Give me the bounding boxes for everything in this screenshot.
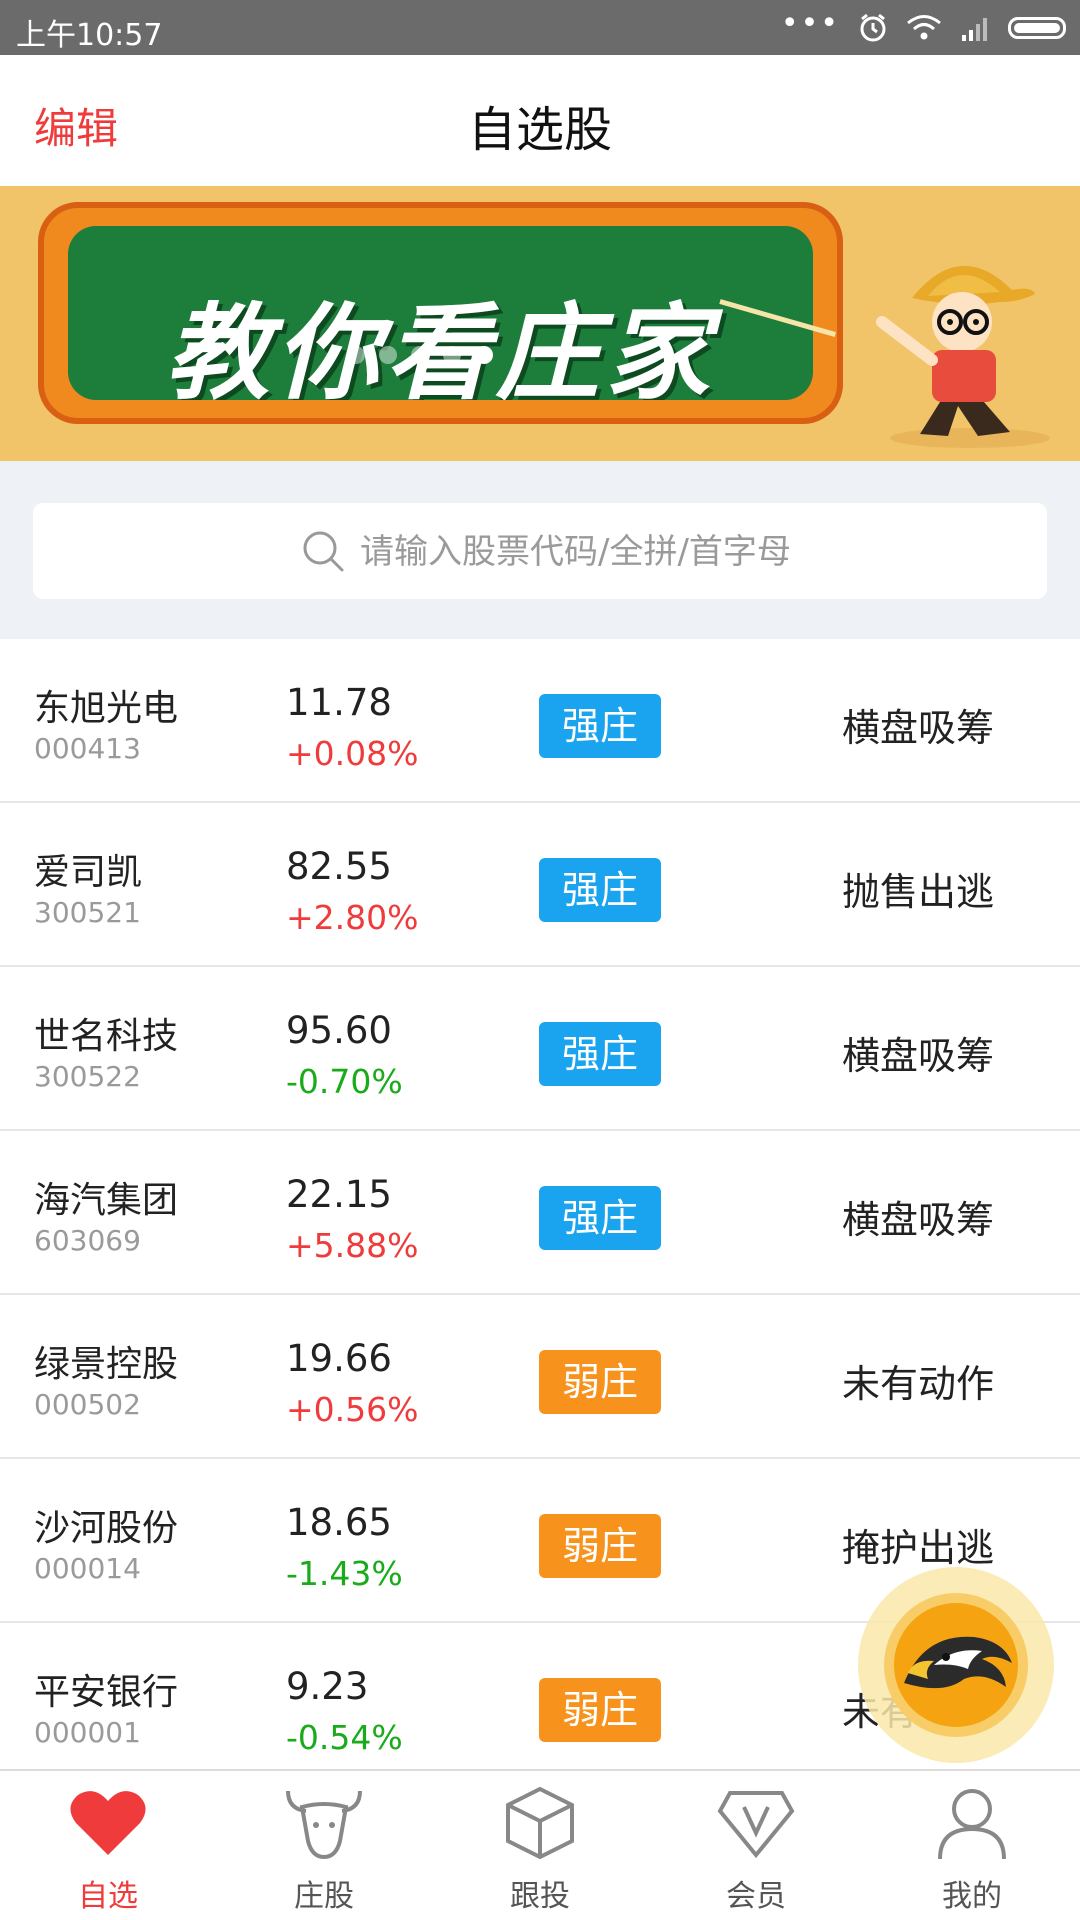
carousel-dot[interactable] bbox=[347, 346, 365, 364]
stock-row[interactable]: 爱司凯 300521 82.55 +2.80% 强庄 抛售出逃 bbox=[0, 803, 1080, 967]
stock-row[interactable]: 世名科技 300522 95.60 -0.70% 强庄 横盘吸筹 bbox=[0, 967, 1080, 1131]
dealer-action: 未有动作 bbox=[842, 1362, 995, 1406]
bottom-nav: 自选 庄股 跟投 会员 我的 bbox=[0, 1769, 1080, 1920]
nav-label: 我的 bbox=[942, 1879, 1002, 1914]
stock-name: 海汽集团 bbox=[34, 1180, 179, 1221]
chalkboard-frame: 教你看庄家 bbox=[38, 202, 843, 424]
stock-price: 9.23 bbox=[286, 1665, 369, 1708]
stock-change: +0.56% bbox=[286, 1390, 419, 1429]
carousel-dot[interactable] bbox=[411, 346, 429, 364]
nav-item-profile[interactable]: 我的 bbox=[864, 1771, 1080, 1920]
stock-price: 82.55 bbox=[286, 845, 392, 888]
carousel-dots bbox=[0, 346, 960, 364]
wifi-icon bbox=[907, 15, 941, 40]
nav-label: 自选 bbox=[78, 1879, 138, 1914]
search-box[interactable] bbox=[33, 503, 1047, 601]
stock-code: 000502 bbox=[34, 1388, 141, 1421]
dealer-tag: 强庄 bbox=[539, 1022, 661, 1086]
cube-icon bbox=[506, 1786, 574, 1860]
search-input[interactable] bbox=[358, 503, 1022, 601]
stock-price: 19.66 bbox=[286, 1337, 392, 1380]
stock-change: -0.70% bbox=[286, 1062, 403, 1101]
stock-price: 95.60 bbox=[286, 1009, 392, 1052]
heart-icon bbox=[70, 1791, 146, 1855]
stock-name: 沙河股份 bbox=[34, 1508, 179, 1549]
battery-icon bbox=[1008, 17, 1066, 39]
dealer-tag: 强庄 bbox=[539, 1186, 661, 1250]
stock-name: 世名科技 bbox=[34, 1016, 179, 1057]
stock-name: 绿景控股 bbox=[34, 1344, 179, 1385]
dealer-tag: 弱庄 bbox=[539, 1350, 661, 1414]
stock-row[interactable]: 绿景控股 000502 19.66 +0.56% 弱庄 未有动作 bbox=[0, 1295, 1080, 1459]
dealer-action: 横盘吸筹 bbox=[842, 706, 995, 750]
bull-icon bbox=[286, 1790, 362, 1860]
alarm-icon bbox=[860, 13, 886, 42]
nav-item-follow-invest[interactable]: 跟投 bbox=[432, 1771, 648, 1920]
nav-item-dealer-stocks[interactable]: 庄股 bbox=[216, 1771, 432, 1920]
stock-row[interactable]: 东旭光电 000413 11.78 +0.08% 强庄 横盘吸筹 bbox=[0, 639, 1080, 803]
dealer-tag: 弱庄 bbox=[539, 1678, 661, 1742]
chalkboard: 教你看庄家 bbox=[68, 226, 813, 400]
dealer-action: 抛售出逃 bbox=[842, 870, 995, 914]
nav-item-watchlist[interactable]: 自选 bbox=[0, 1771, 216, 1920]
carousel-dot[interactable] bbox=[443, 346, 461, 364]
stock-change: +0.08% bbox=[286, 734, 419, 773]
dealer-action: 横盘吸筹 bbox=[842, 1034, 995, 1078]
stock-code: 300521 bbox=[34, 896, 141, 929]
stock-name: 东旭光电 bbox=[34, 688, 179, 729]
status-time: 上午10:57 bbox=[16, 18, 163, 53]
stock-code: 603069 bbox=[34, 1224, 141, 1257]
stock-code: 000413 bbox=[34, 732, 141, 765]
nav-label: 庄股 bbox=[294, 1879, 354, 1914]
stock-change: -0.54% bbox=[286, 1718, 403, 1757]
cartoon-teacher-illustration bbox=[876, 265, 1050, 448]
nav-label: 会员 bbox=[726, 1879, 786, 1914]
top-header: 编辑 自选股 bbox=[0, 55, 1080, 186]
user-icon bbox=[938, 1789, 1006, 1860]
search-icon bbox=[303, 531, 344, 572]
stock-change: -1.43% bbox=[286, 1554, 403, 1593]
eagle-icon bbox=[894, 1603, 1018, 1727]
dealer-action: 掩护出逃 bbox=[842, 1526, 995, 1570]
status-icons: ••• bbox=[781, 8, 1066, 48]
stock-code: 000014 bbox=[34, 1552, 141, 1585]
carousel-dot[interactable] bbox=[379, 346, 397, 364]
stock-code: 000001 bbox=[34, 1716, 141, 1749]
stock-code: 300522 bbox=[34, 1060, 141, 1093]
page-title: 自选股 bbox=[467, 102, 612, 158]
stock-name: 平安银行 bbox=[34, 1672, 179, 1713]
stock-change: +5.88% bbox=[286, 1226, 419, 1265]
vip-diamond-icon bbox=[717, 1791, 795, 1859]
banner-headline: 教你看庄家 bbox=[165, 291, 716, 400]
stock-name: 爱司凯 bbox=[34, 852, 143, 893]
search-section bbox=[0, 461, 1080, 639]
dealer-action: 横盘吸筹 bbox=[842, 1198, 995, 1242]
stock-price: 11.78 bbox=[286, 681, 392, 724]
signal-icon bbox=[962, 18, 987, 41]
floating-assistant-button[interactable] bbox=[858, 1567, 1054, 1763]
dealer-tag: 强庄 bbox=[539, 858, 661, 922]
nav-item-membership[interactable]: 会员 bbox=[648, 1771, 864, 1920]
stock-change: +2.80% bbox=[286, 898, 419, 937]
stock-price: 18.65 bbox=[286, 1501, 392, 1544]
nav-label: 跟投 bbox=[510, 1879, 570, 1914]
more-dots-icon: ••• bbox=[780, 6, 840, 41]
stock-row[interactable]: 海汽集团 603069 22.15 +5.88% 强庄 横盘吸筹 bbox=[0, 1131, 1080, 1295]
promo-banner[interactable]: 教你看庄家 bbox=[0, 186, 1080, 461]
status-bar: 上午10:57 ••• bbox=[0, 0, 1080, 55]
dealer-tag: 强庄 bbox=[539, 694, 661, 758]
dealer-tag: 弱庄 bbox=[539, 1514, 661, 1578]
carousel-dot-active[interactable] bbox=[475, 346, 493, 364]
stock-price: 22.15 bbox=[286, 1173, 392, 1216]
